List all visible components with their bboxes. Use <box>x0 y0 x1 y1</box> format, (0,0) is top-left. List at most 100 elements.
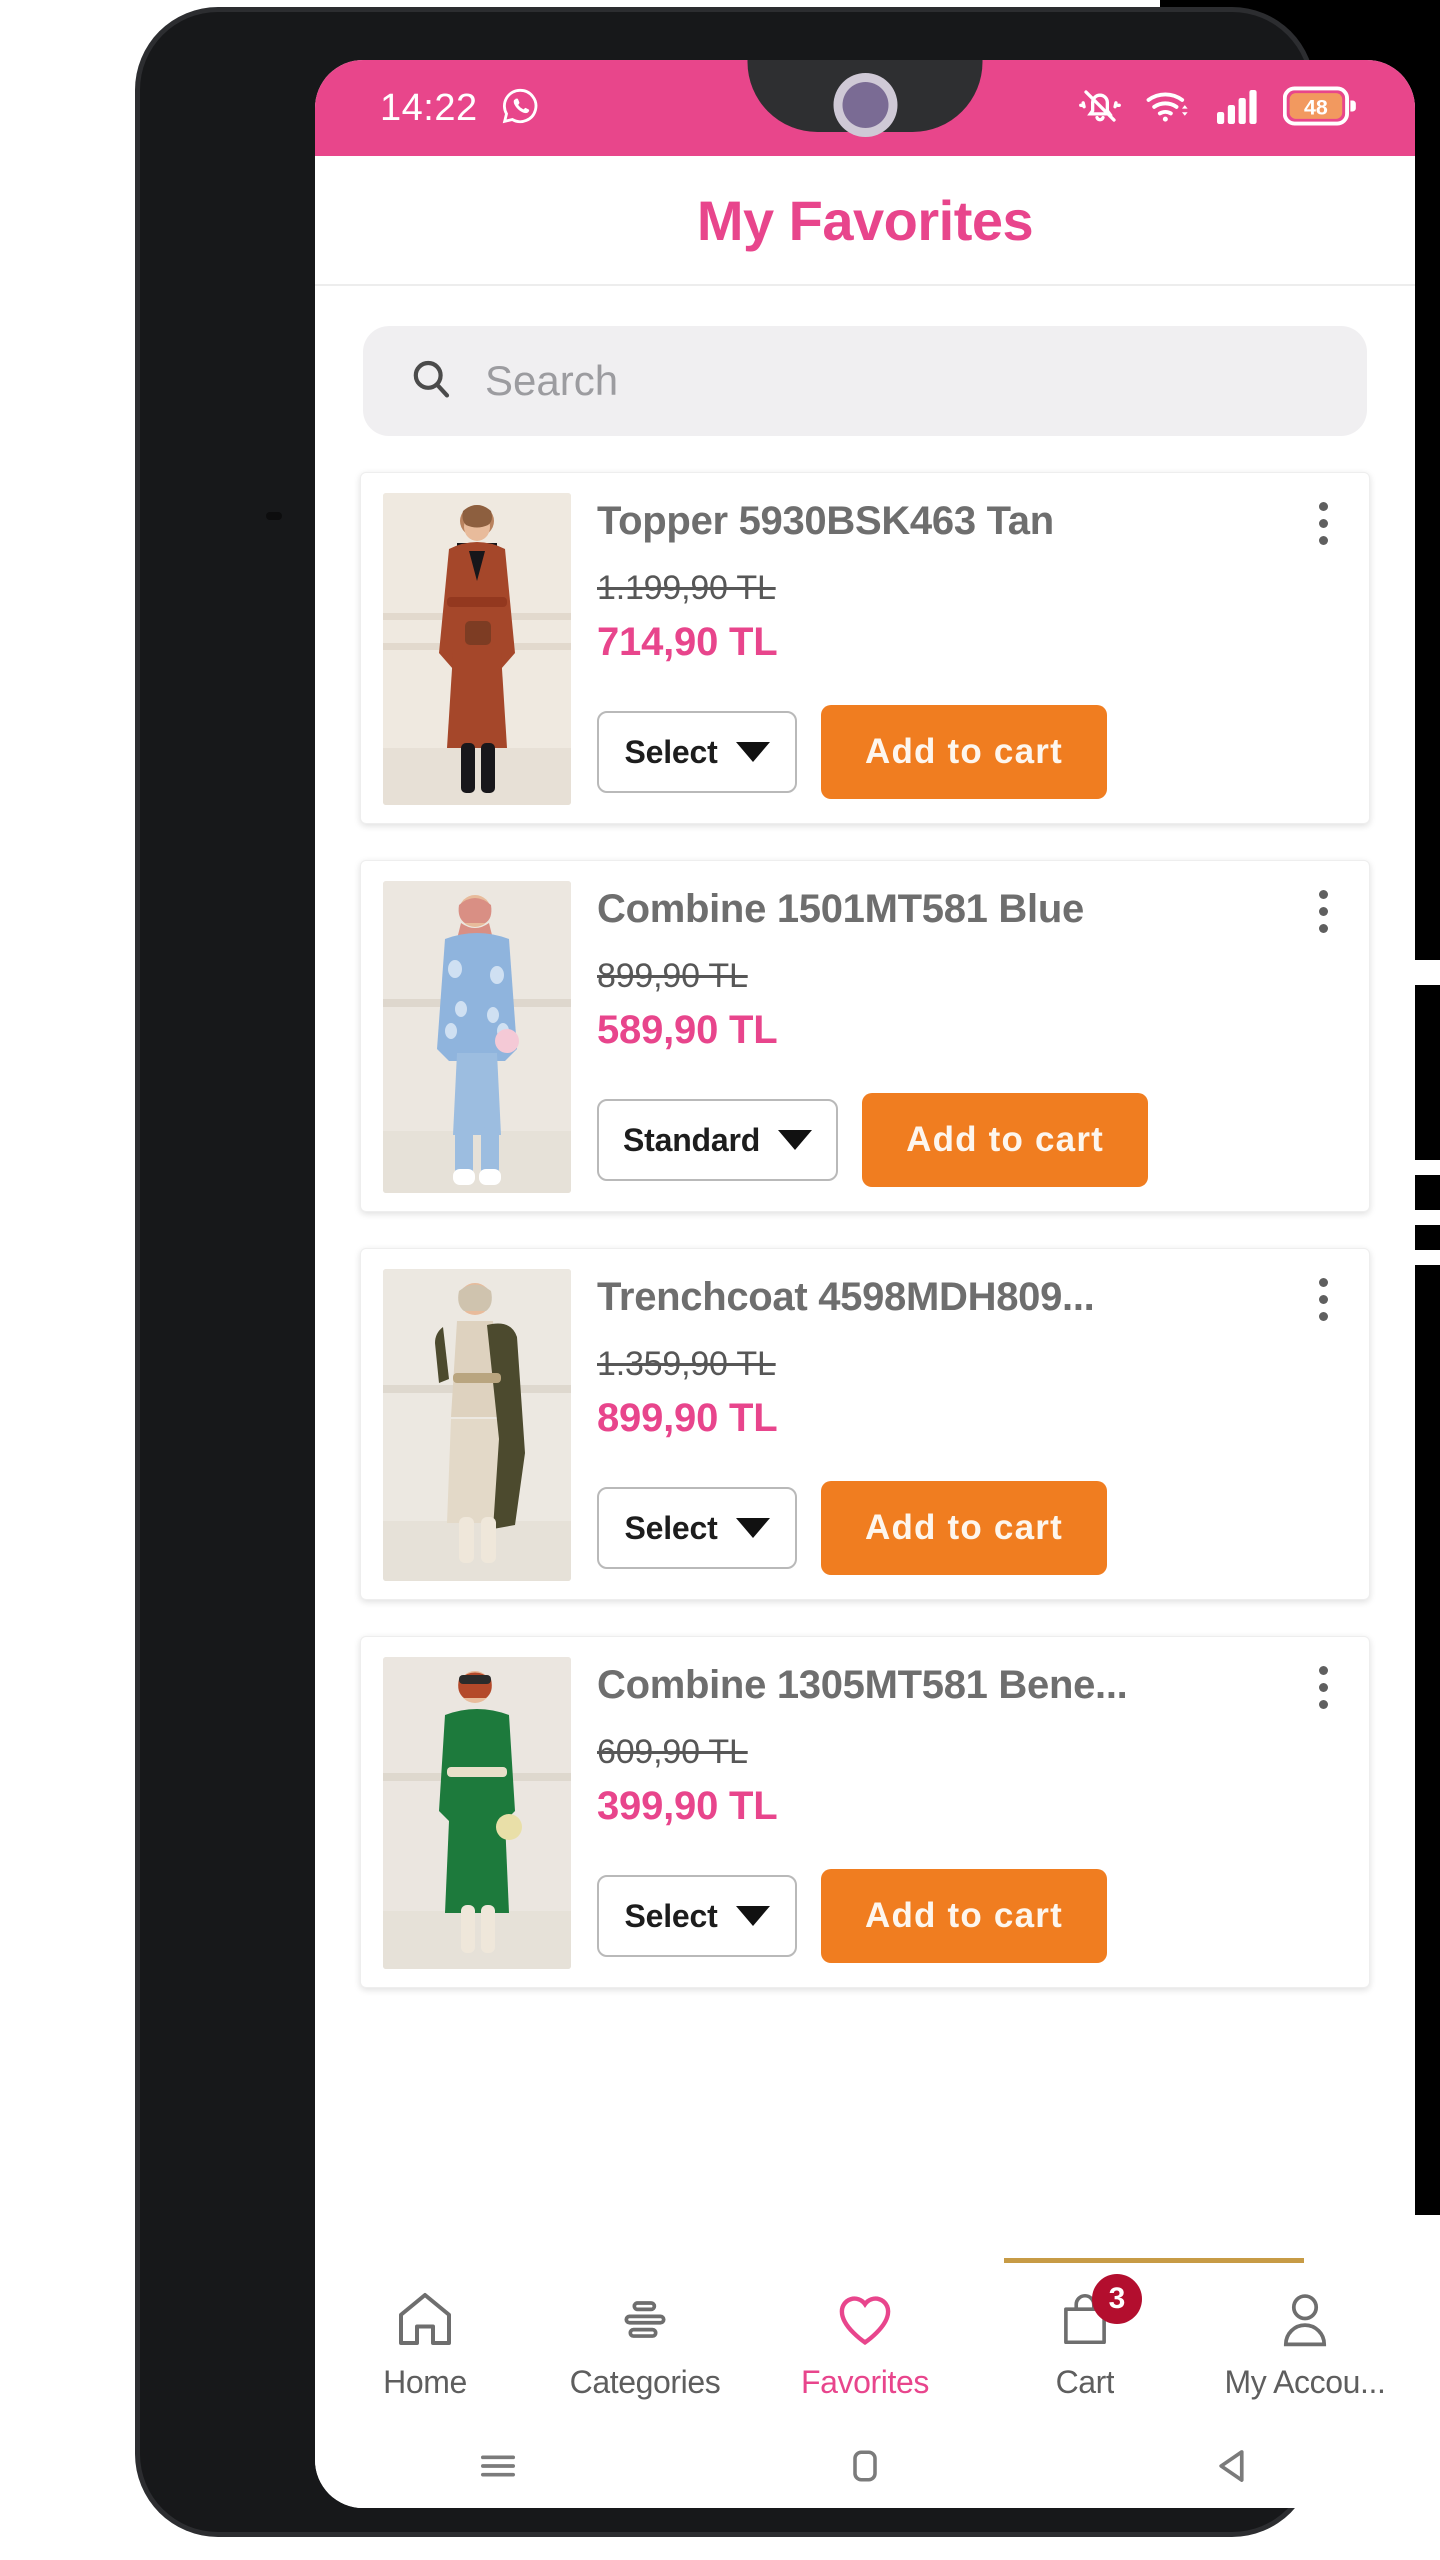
product-card[interactable]: Trenchcoat 4598MDH809... 1.359,90 TL 899… <box>360 1248 1370 1600</box>
home-icon <box>393 2284 457 2354</box>
add-to-cart-button[interactable]: Add to cart <box>821 705 1107 799</box>
product-new-price: 399,90 TL <box>597 1784 778 1828</box>
camera-notch <box>747 60 983 132</box>
content-scroll-area[interactable]: Search Topper 5930BSK463 Tan 1.199,90 TL… <box>315 286 1415 2276</box>
product-photo-khaki-trenchcoat <box>383 1269 571 1581</box>
product-new-price: 899,90 TL <box>597 1396 778 1440</box>
variant-select-label: Select <box>624 1509 718 1546</box>
page-title: My Favorites <box>696 188 1034 252</box>
chevron-down-icon <box>735 1906 770 1926</box>
nav-item-favorites[interactable]: Favorites <box>755 2284 975 2401</box>
front-camera <box>842 82 888 128</box>
variant-select-label: Select <box>624 733 718 770</box>
add-to-cart-label: Add to cart <box>865 732 1063 771</box>
status-bar-left: 14:22 <box>380 60 540 156</box>
back-button[interactable] <box>1048 2440 1415 2497</box>
hamburger-icon <box>472 2440 524 2497</box>
product-title: Trenchcoat 4598MDH809... <box>597 1275 1095 1319</box>
home-button[interactable] <box>682 2441 1049 2496</box>
nav-label-favorites: Favorites <box>801 2364 929 2400</box>
nav-item-my-account[interactable]: My Accou... <box>1195 2284 1415 2401</box>
kebab-menu-icon[interactable] <box>1301 1271 1345 1327</box>
product-title: Combine 1501MT581 Blue <box>597 887 1084 931</box>
status-bar: 14:22 48 <box>315 60 1415 156</box>
nav-item-home[interactable]: Home <box>315 2284 535 2401</box>
product-old-price: 1.359,90 TL <box>597 1345 776 1383</box>
cart-badge: 3 <box>1092 2274 1142 2324</box>
variant-select[interactable]: Select <box>597 1487 797 1569</box>
variant-select-label: Select <box>624 1897 718 1934</box>
product-card[interactable]: Combine 1305MT581 Bene... 609,90 TL 399,… <box>360 1636 1370 1988</box>
product-card[interactable]: Topper 5930BSK463 Tan 1.199,90 TL 714,90… <box>360 472 1370 824</box>
product-old-price: 899,90 TL <box>597 957 748 995</box>
phone-frame: 14:22 48 My Favorites Search Topper 5930… <box>140 12 1415 2532</box>
search-input[interactable]: Search <box>485 357 618 405</box>
nav-item-cart[interactable]: 3 Cart <box>975 2274 1195 2401</box>
kebab-menu-icon[interactable] <box>1301 1659 1345 1715</box>
variant-select[interactable]: Select <box>597 1875 797 1957</box>
product-photo-green-combine <box>383 1657 571 1969</box>
status-bar-right: 48 <box>1079 60 1357 156</box>
chevron-down-icon <box>735 742 770 762</box>
phone-screen: 14:22 48 My Favorites Search Topper 5930… <box>315 60 1415 2508</box>
android-system-nav <box>315 2428 1415 2508</box>
categories-icon <box>613 2284 677 2354</box>
status-time: 14:22 <box>380 87 478 129</box>
search-icon <box>407 355 455 408</box>
product-info: Topper 5930BSK463 Tan 1.199,90 TL 714,90… <box>571 493 1347 803</box>
product-title: Combine 1305MT581 Bene... <box>597 1663 1128 1707</box>
heart-icon <box>832 2284 898 2354</box>
mute-bell-icon <box>1079 85 1121 132</box>
product-image[interactable] <box>383 881 571 1193</box>
product-old-price: 1.199,90 TL <box>597 569 776 607</box>
add-to-cart-label: Add to cart <box>865 1508 1063 1547</box>
nav-label-categories: Categories <box>569 2364 721 2400</box>
product-new-price: 589,90 TL <box>597 1008 778 1052</box>
chevron-down-icon <box>778 1130 813 1150</box>
product-photo-blue-combine <box>383 881 571 1193</box>
add-to-cart-button[interactable]: Add to cart <box>821 1869 1107 1963</box>
nav-label-home: Home <box>383 2364 467 2400</box>
add-to-cart-button[interactable]: Add to cart <box>862 1093 1149 1187</box>
product-info: Combine 1305MT581 Bene... 609,90 TL 399,… <box>571 1657 1347 1967</box>
variant-select-label: Standard <box>623 1121 761 1158</box>
screenshot-root: 14:22 48 My Favorites Search Topper 5930… <box>0 0 1440 2560</box>
phone-side-button <box>266 512 282 520</box>
product-image[interactable] <box>383 1269 571 1581</box>
product-new-price: 714,90 TL <box>597 620 778 664</box>
product-image[interactable] <box>383 493 571 805</box>
variant-select[interactable]: Select <box>597 711 797 793</box>
bag-icon: 3 <box>1054 2274 1142 2354</box>
product-actions: Standard Add to cart <box>597 1093 1149 1187</box>
product-info: Trenchcoat 4598MDH809... 1.359,90 TL 899… <box>571 1269 1347 1579</box>
nav-label-my-account: My Accou... <box>1224 2364 1386 2400</box>
triangle-left-icon <box>1206 2440 1258 2497</box>
kebab-menu-icon[interactable] <box>1301 883 1345 939</box>
battery-icon: 48 <box>1282 86 1357 131</box>
product-photo-tan-coat <box>383 493 571 805</box>
app-header: My Favorites <box>315 156 1415 286</box>
add-to-cart-label: Add to cart <box>906 1120 1105 1159</box>
product-title: Topper 5930BSK463 Tan <box>597 499 1054 543</box>
square-icon <box>840 2441 890 2496</box>
variant-select[interactable]: Standard <box>597 1099 839 1181</box>
person-icon <box>1273 2284 1337 2354</box>
product-info: Combine 1501MT581 Blue 899,90 TL 589,90 … <box>571 881 1347 1191</box>
nav-item-categories[interactable]: Categories <box>535 2284 755 2401</box>
whatsapp-icon <box>500 86 540 131</box>
wifi-icon <box>1145 85 1191 132</box>
product-image[interactable] <box>383 1657 571 1969</box>
add-to-cart-label: Add to cart <box>865 1896 1063 1935</box>
product-actions: Select Add to cart <box>597 1869 1107 1963</box>
nav-label-cart: Cart <box>1055 2364 1115 2400</box>
battery-level-text: 48 <box>1304 95 1328 119</box>
divider-rule <box>1004 2258 1304 2263</box>
product-old-price: 609,90 TL <box>597 1733 748 1771</box>
recents-button[interactable] <box>315 2440 682 2497</box>
bottom-navigation: Home Categories Favorites 3 Cart My Acco… <box>315 2274 1415 2428</box>
kebab-menu-icon[interactable] <box>1301 495 1345 551</box>
product-card[interactable]: Combine 1501MT581 Blue 899,90 TL 589,90 … <box>360 860 1370 1212</box>
product-actions: Select Add to cart <box>597 705 1107 799</box>
search-bar[interactable]: Search <box>363 326 1367 436</box>
add-to-cart-button[interactable]: Add to cart <box>821 1481 1107 1575</box>
